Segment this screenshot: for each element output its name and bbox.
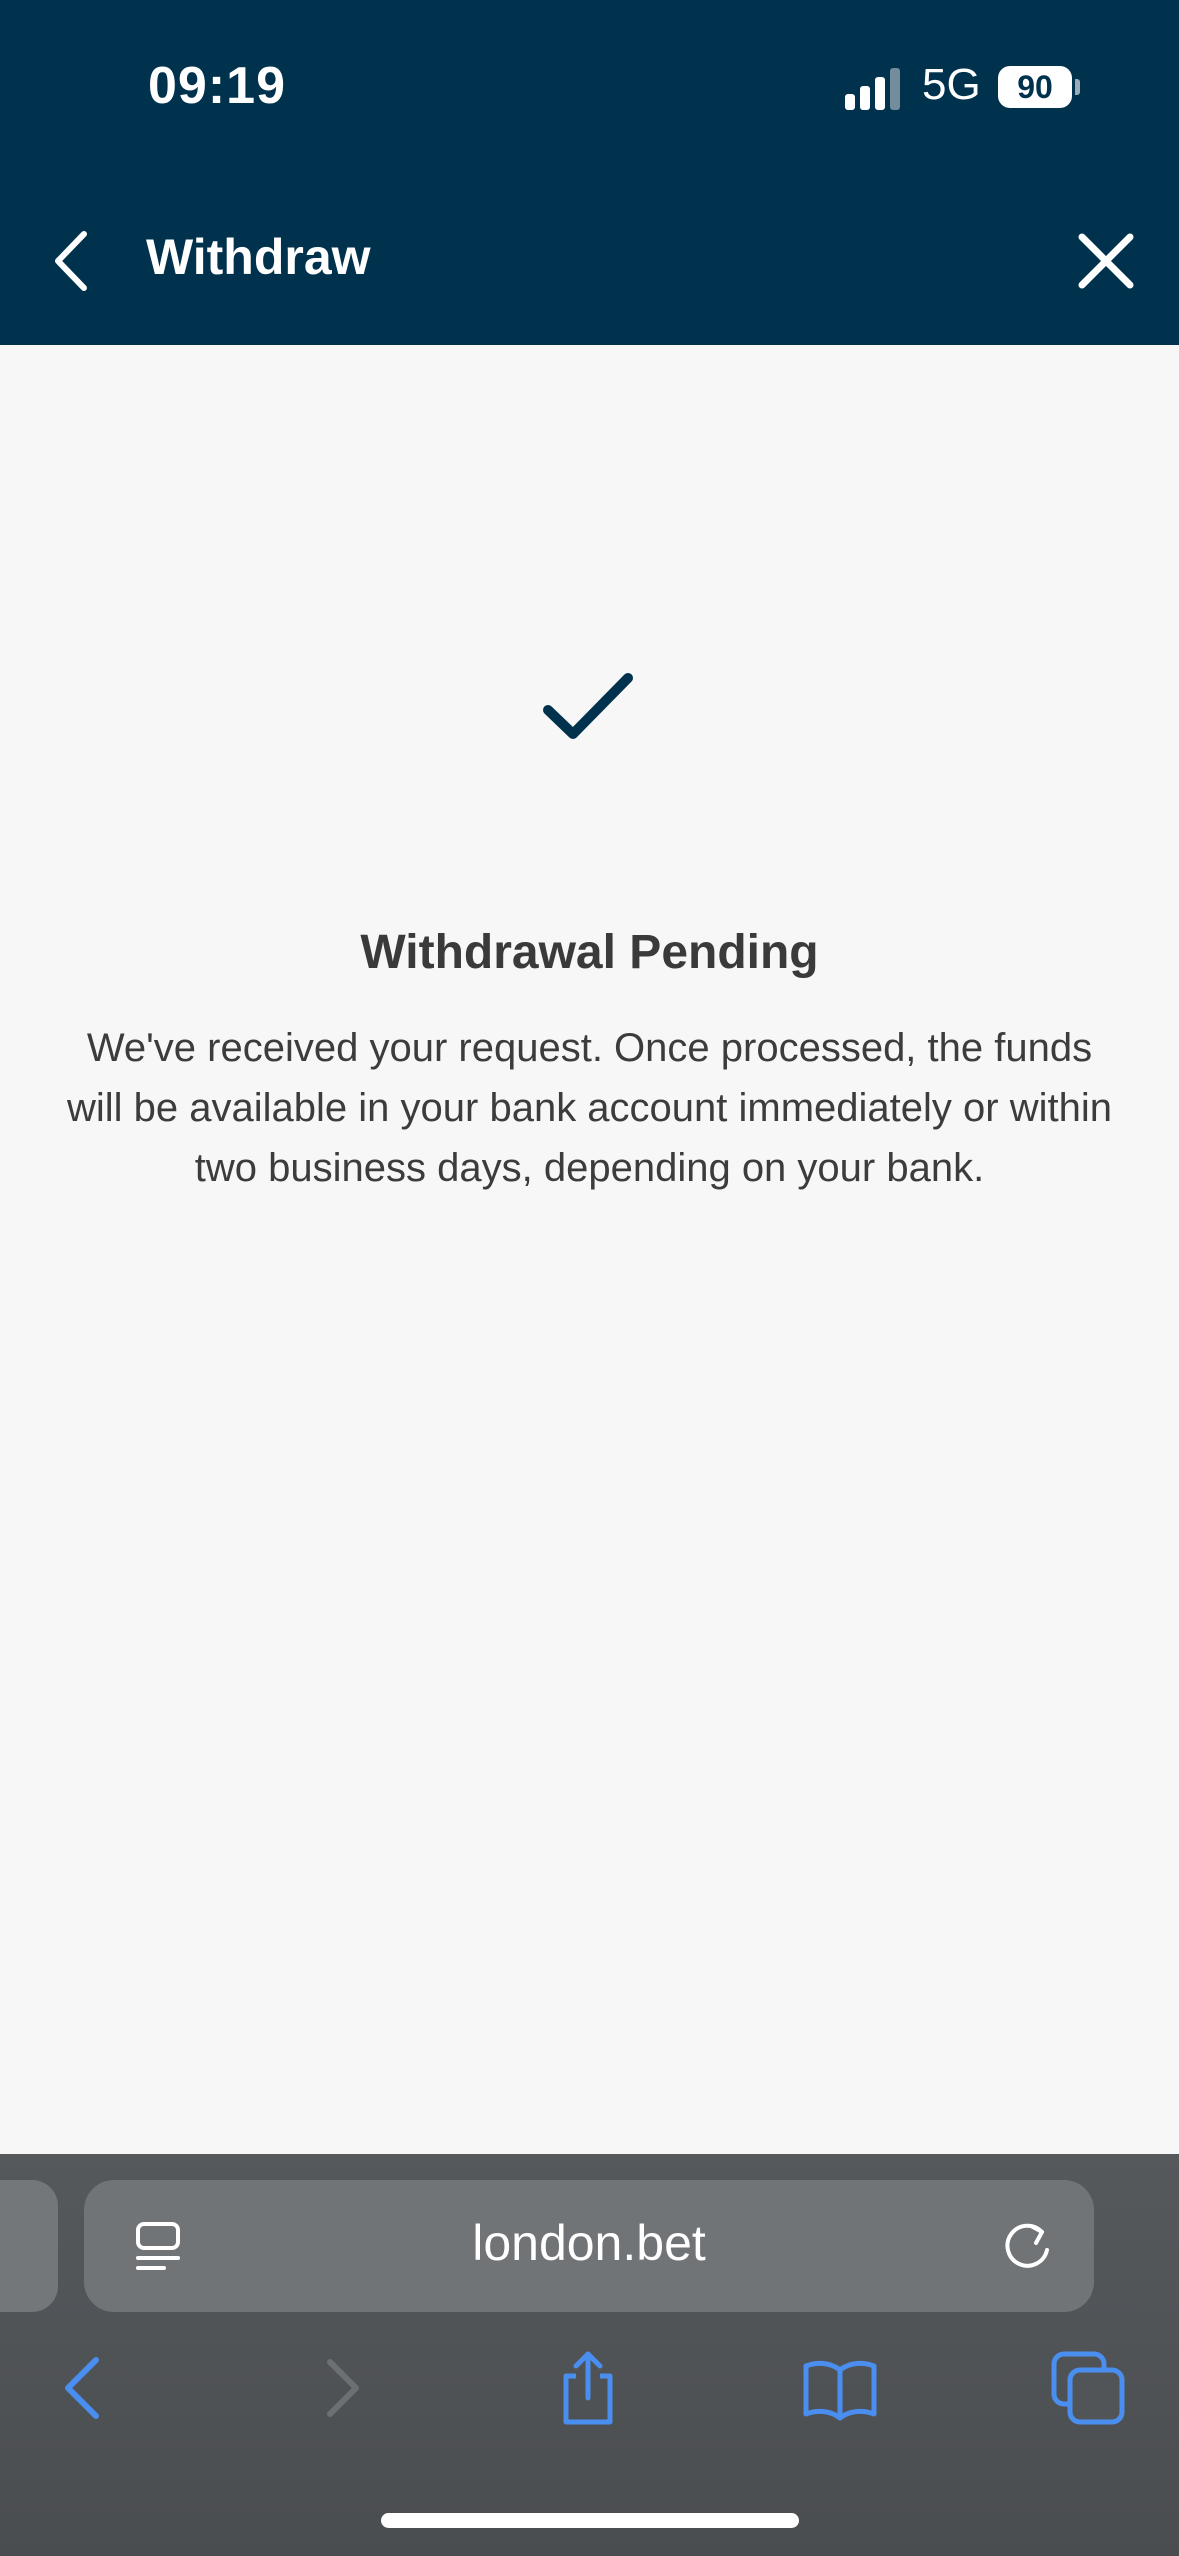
status-title: Withdrawal Pending bbox=[360, 926, 819, 979]
app-header: 09:19 5G 90 Withdraw bbox=[0, 0, 1179, 345]
home-indicator bbox=[381, 2513, 799, 2528]
chevron-left-icon[interactable] bbox=[48, 228, 98, 294]
status-message: We've received your request. Once proces… bbox=[67, 1026, 1112, 1190]
checkmark-icon bbox=[543, 673, 633, 739]
battery-cap bbox=[1075, 79, 1080, 95]
close-icon[interactable] bbox=[1076, 231, 1136, 291]
back-icon[interactable] bbox=[46, 2348, 126, 2428]
share-icon[interactable] bbox=[548, 2348, 628, 2428]
battery-level: 90 bbox=[998, 66, 1072, 108]
forward-icon[interactable] bbox=[300, 2348, 380, 2428]
previous-tab-preview[interactable] bbox=[0, 2180, 58, 2312]
status-time: 09:19 bbox=[148, 57, 286, 115]
url-text[interactable]: london.bet bbox=[84, 2214, 1094, 2272]
network-type: 5G bbox=[922, 60, 981, 109]
page-title: Withdraw bbox=[146, 229, 371, 285]
signal-bars-icon bbox=[845, 68, 900, 110]
bookmarks-icon[interactable] bbox=[800, 2348, 880, 2428]
battery-indicator: 90 bbox=[998, 66, 1080, 110]
reload-icon[interactable] bbox=[998, 2216, 1056, 2274]
tabs-icon[interactable] bbox=[1048, 2348, 1128, 2428]
